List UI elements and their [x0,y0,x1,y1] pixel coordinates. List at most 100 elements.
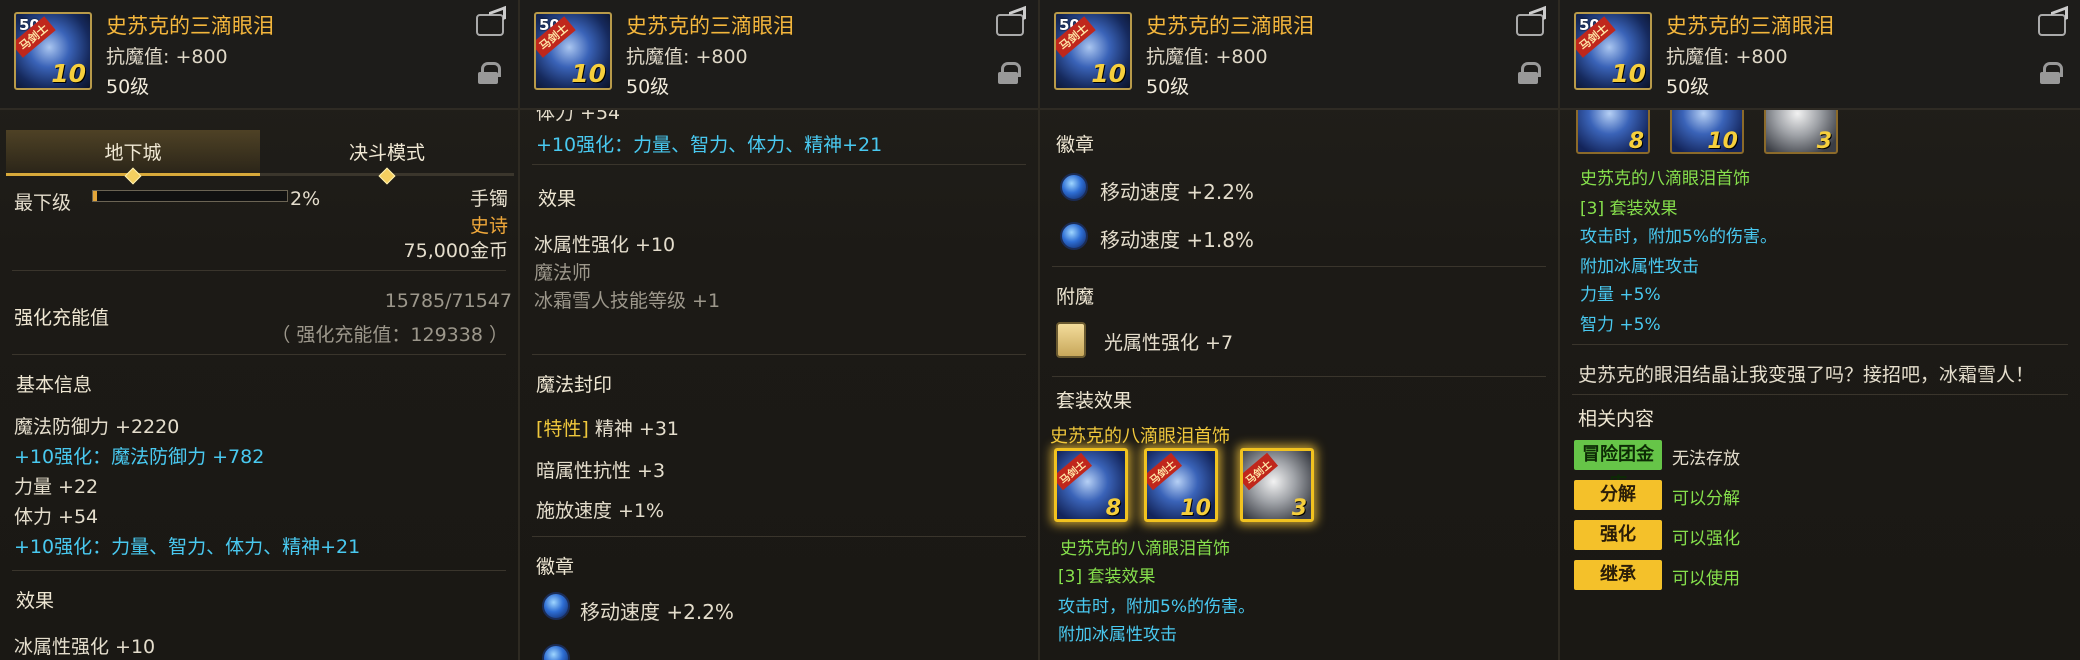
inherit-status: 可以使用 [1672,569,1740,589]
set-line: 力量 +5% [1580,285,1661,305]
lock-icon[interactable] [1518,62,1541,84]
emblem-orb-icon [542,592,570,620]
class-badge: 马剑士 [1147,452,1183,491]
effect-line: 冰霜雪人技能等级 +1 [534,290,721,312]
emblem-orb-icon [542,644,570,660]
seal-trait-tag: [特性] [536,418,589,440]
effect-line: 魔法师 [534,262,592,284]
set-effect-title: 套装效果 [1056,390,1133,412]
item-name: 史苏克的三滴眼泪 [626,14,794,38]
set-bonus: [3] 套装效果 [1580,199,1678,219]
seal-trait-value: 精神 +31 [594,418,680,440]
enhance-level: 3 [1291,496,1307,521]
emblem-line: 移动速度 +2.2% [1100,180,1254,204]
tooltip-panel-3: 50 马剑士 10 史苏克的三滴眼泪 抗魔值: +800 50级 徽章 移动速度… [1040,0,1560,660]
enhance-button[interactable]: 强化 [1574,520,1662,550]
basic-info-title: 基本信息 [16,374,93,396]
lock-icon[interactable] [998,62,1021,84]
basic-info-line: 体力 +54 [14,506,99,528]
set-item-icon[interactable]: 马剑士 10 [1144,448,1218,522]
emblem-title: 徽章 [1056,134,1095,156]
basic-info-line: 魔法防御力 +2220 [14,416,180,438]
seal-line: 施放速度 +1% [536,500,665,522]
amplify-value: 15785/71547 [384,290,512,312]
inherit-button[interactable]: 继承 [1574,560,1662,590]
set-line: 攻击时，附加5%的伤害。 [1058,597,1255,617]
item-stat: 抗魔值: +800 [106,46,228,68]
basic-info-line: +10强化：魔法防御力 +782 [14,446,265,468]
basic-info-line: 力量 +22 [14,476,99,498]
item-stat: 抗魔值: +800 [1666,46,1788,68]
account-vault-button[interactable]: 冒险团金库 [1574,440,1662,495]
price: 75,000金币 [403,240,508,262]
item-icon: 50 马剑士 10 [1574,12,1652,90]
magic-seal-title: 魔法封印 [536,374,613,396]
drop-grade-bar [92,190,288,202]
item-icon: 50 马剑士 10 [14,12,92,90]
enchant-title: 附魔 [1056,286,1095,308]
enhance-level: 8 [1628,129,1644,154]
share-icon[interactable] [1516,14,1544,36]
vault-status: 无法存放 [1672,449,1740,469]
item-name: 史苏克的三滴眼泪 [1666,14,1834,38]
tooltip-panel-1: 50 马剑士 10 史苏克的三滴眼泪 抗魔值: +800 50级 地下城 决斗模… [0,0,520,660]
rarity: 史诗 [469,215,508,237]
lock-icon[interactable] [478,62,501,84]
amplify-note: （ 强化充能值：129338 ） [271,324,508,346]
seal-line: 暗属性抗性 +3 [536,460,666,482]
set-name: 史苏克的八滴眼泪首饰 [1060,539,1230,559]
item-header: 50 马剑士 10 史苏克的三滴眼泪 抗魔值: +800 50级 [520,0,1038,110]
item-icon: 50 马剑士 10 [534,12,612,90]
drop-grade-fill [93,191,97,201]
share-icon[interactable] [996,14,1024,36]
item-name: 史苏克的三滴眼泪 [106,14,274,38]
enhance-line: +10强化：力量、智力、体力、精神+21 [536,134,883,156]
tooltip-panel-2: 50 马剑士 10 史苏克的三滴眼泪 抗魔值: +800 50级 体力 +54 … [520,0,1040,660]
enchant-card-icon [1056,322,1086,358]
emblem-orb-icon [1060,222,1088,250]
item-header: 50 马剑士 10 史苏克的三滴眼泪 抗魔值: +800 50级 [1560,0,2080,110]
flavor-text: 史苏克的眼泪结晶让我变强了吗？接招吧，冰霜雪人！ [1578,364,2035,386]
related-title: 相关内容 [1578,408,1655,430]
amplify-label: 强化充能值 [14,307,110,329]
item-level: 50级 [1666,76,1710,98]
item-name: 史苏克的三滴眼泪 [1146,14,1314,38]
enhance-level: 3 [1816,129,1832,154]
drop-grade-percent: 2% [290,188,321,210]
effect-title: 效果 [538,188,577,210]
lock-icon[interactable] [2040,62,2063,84]
disassemble-button[interactable]: 分解 [1574,480,1662,510]
item-level: 50级 [1146,76,1190,98]
set-name: 史苏克的八滴眼泪首饰 [1580,169,1750,189]
set-line: 附加冰属性攻击 [1058,625,1177,645]
set-item-icon[interactable]: 马剑士 8 [1054,448,1128,522]
emblem-line: 移动速度 +2.2% [580,600,734,624]
item-icon: 50 马剑士 10 [1054,12,1132,90]
enhance-level: 10 [51,59,86,88]
share-icon[interactable] [2038,14,2066,36]
set-line: 智力 +5% [1580,315,1661,335]
enhance-level: 10 [571,59,606,88]
set-bonus: [3] 套装效果 [1058,567,1156,587]
set-item-icon[interactable]: 马剑士 3 [1240,448,1314,522]
basic-info-line: +10强化：力量、智力、体力、精神+21 [14,536,361,558]
share-icon[interactable] [476,14,504,36]
drop-grade-label: 最下级 [14,192,72,214]
effect-line: 冰属性强化 +10 [534,234,676,256]
enchant-line: 光属性强化 +7 [1104,332,1234,354]
item-header: 50 马剑士 10 史苏克的三滴眼泪 抗魔值: +800 50级 [0,0,518,110]
class-badge: 马剑士 [1057,452,1093,491]
emblem-title: 徽章 [536,556,575,578]
effect-title: 效果 [16,590,55,612]
set-line: 附加冰属性攻击 [1580,257,1699,277]
mode-tabs: 地下城 决斗模式 [6,130,514,185]
enhance-level: 10 [1611,59,1646,88]
class-badge: 马剑士 [1243,452,1279,491]
enhance-level: 10 [1707,129,1738,154]
enhance-status: 可以强化 [1672,529,1740,549]
emblem-line: 移动速度 +1.8% [1100,228,1254,252]
slot-type: 手镯 [469,188,508,210]
enhance-level: 10 [1180,496,1211,521]
tooltip-panel-4: 8 10 3 50 马剑士 10 史苏克的三滴眼泪 抗魔值: +800 50级 … [1560,0,2080,660]
set-line: 攻击时，附加5%的伤害。 [1580,227,1777,247]
